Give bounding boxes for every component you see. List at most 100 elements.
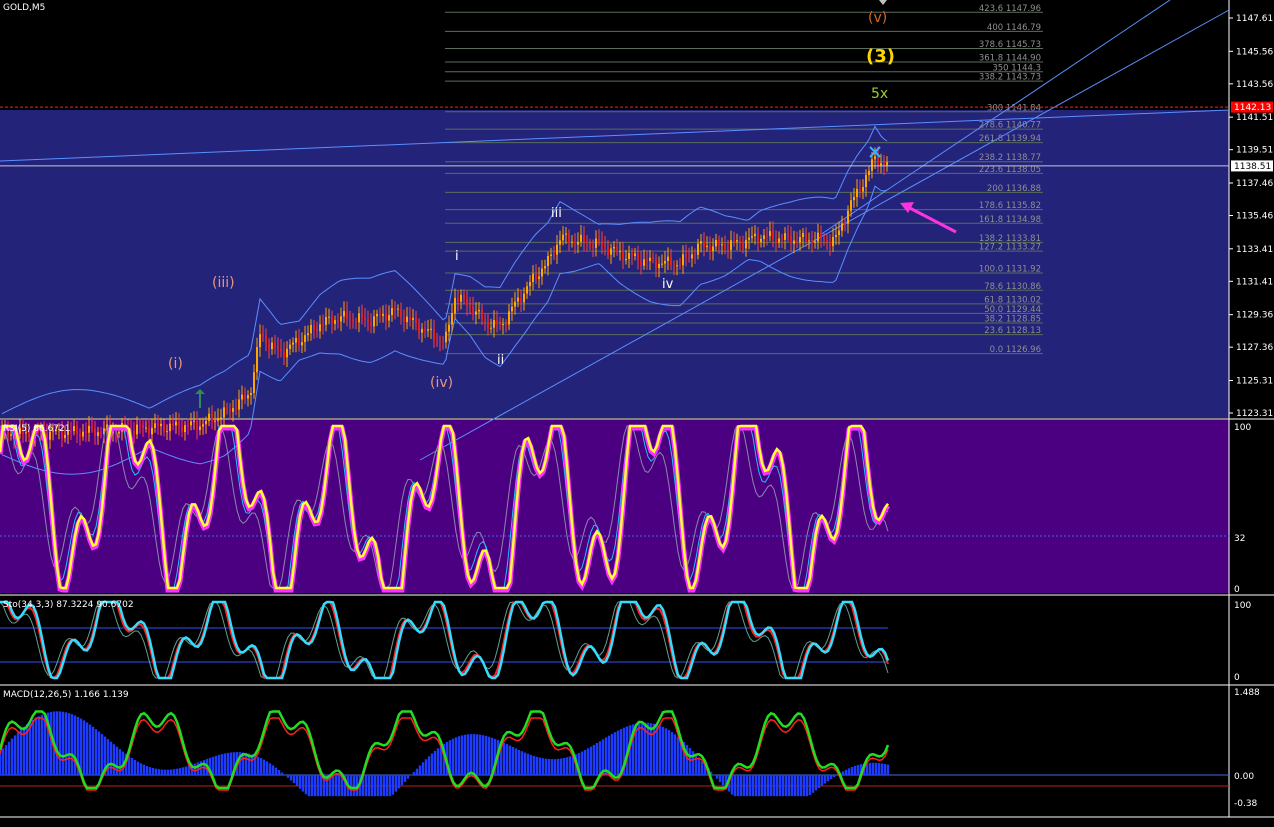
candle-body	[79, 433, 81, 437]
candle-body	[172, 423, 174, 426]
candle-body	[538, 276, 540, 279]
price-tick-label: 1147.61	[1236, 14, 1273, 24]
candle-body	[823, 238, 825, 241]
candle-body	[877, 156, 879, 167]
candle-body	[736, 240, 738, 242]
macd-level-min: -0.38	[1234, 799, 1258, 809]
candle-body	[220, 417, 222, 419]
candle-body	[271, 342, 273, 350]
candle-body	[424, 328, 426, 331]
candle-body	[613, 246, 615, 249]
candle-body	[505, 323, 507, 325]
price-tick-label: 1123.31	[1236, 409, 1273, 419]
candle-body	[760, 238, 762, 243]
candle-body	[835, 235, 837, 237]
candle-body	[292, 342, 294, 345]
candle-body	[724, 244, 726, 250]
candle-body	[550, 254, 552, 256]
candle-body	[223, 407, 225, 418]
price-tick-label: 1133.41	[1236, 245, 1273, 255]
candle-body	[373, 316, 375, 327]
candle-body	[886, 162, 888, 166]
candle-body	[142, 424, 144, 428]
candle-body	[754, 233, 756, 237]
fib-label: 50.0 1129.44	[984, 305, 1041, 315]
candle-body	[343, 311, 345, 317]
candle-body	[532, 273, 534, 283]
candle-body	[187, 425, 189, 427]
candle-body	[418, 323, 420, 333]
candle-body	[487, 321, 489, 328]
candle-body	[634, 253, 636, 257]
candle-body	[463, 294, 465, 299]
price-tick-label: 1141.51	[1236, 113, 1273, 123]
candle-body	[439, 340, 441, 342]
fib-label: 161.8 1134.98	[979, 215, 1041, 225]
candle-body	[856, 188, 858, 198]
candle-body	[88, 425, 90, 433]
candle-body	[493, 320, 495, 328]
candle-body	[775, 239, 777, 243]
candle-body	[118, 431, 120, 434]
candle-body	[703, 241, 705, 248]
candle-body	[160, 423, 162, 427]
candle-body	[850, 200, 852, 211]
candle-body	[817, 232, 819, 242]
candle-body	[367, 320, 369, 322]
candle-body	[721, 244, 723, 246]
fib-label: 338.2 1143.73	[979, 73, 1041, 83]
candle-body	[712, 246, 714, 252]
candle-body	[871, 159, 873, 171]
candle-body	[601, 241, 603, 245]
candle-body	[82, 431, 84, 437]
candle-body	[655, 259, 657, 269]
wave-label-i-paren: (i)	[168, 356, 183, 372]
candle-body	[298, 337, 300, 346]
candle-body	[262, 334, 264, 337]
wave-label-iii-paren: (iii)	[212, 275, 235, 291]
fib-label: 0.0 1126.96	[990, 345, 1041, 355]
candle-body	[574, 241, 576, 245]
candle-body	[706, 245, 708, 248]
candle-body	[325, 317, 327, 325]
candle-body	[784, 233, 786, 240]
candle-body	[673, 266, 675, 268]
candle-body	[484, 319, 486, 322]
candle-body	[289, 344, 291, 349]
wave-label-v-paren: (v)	[868, 10, 887, 26]
candle-body	[472, 306, 474, 315]
candle-body	[454, 297, 456, 314]
fib-label: 127.2 1133.27	[979, 243, 1041, 253]
candle-body	[607, 246, 609, 255]
candle-body	[811, 240, 813, 243]
candle-body	[328, 316, 330, 318]
candle-body	[379, 313, 381, 316]
candle-body	[154, 423, 156, 428]
candle-body	[469, 305, 471, 307]
price-tick-label: 1139.51	[1236, 146, 1273, 156]
candle-body	[559, 240, 561, 245]
candle-body	[616, 246, 618, 252]
candle-body	[766, 235, 768, 237]
candle-body	[580, 234, 582, 242]
candle-body	[592, 245, 594, 248]
candle-body	[196, 420, 198, 431]
candle-body	[508, 311, 510, 325]
candle-body	[199, 426, 201, 431]
chart-canvas: 423.6 1147.96 400 1146.79 378.6 1145.73 361…	[0, 0, 1274, 827]
candle-body	[475, 311, 477, 315]
candle-body	[355, 321, 357, 323]
candle-body	[520, 297, 522, 303]
candle-body	[76, 426, 78, 434]
candle-body	[427, 329, 429, 331]
candle-body	[628, 253, 630, 259]
candle-body	[676, 265, 678, 267]
fib-label: 178.6 1135.82	[979, 201, 1041, 211]
candle-body	[265, 336, 267, 344]
candle-body	[865, 174, 867, 188]
candle-body	[91, 425, 93, 429]
candle-body	[529, 282, 531, 287]
candle-body	[301, 342, 303, 346]
candle-body	[217, 418, 219, 421]
candle-body	[670, 256, 672, 267]
